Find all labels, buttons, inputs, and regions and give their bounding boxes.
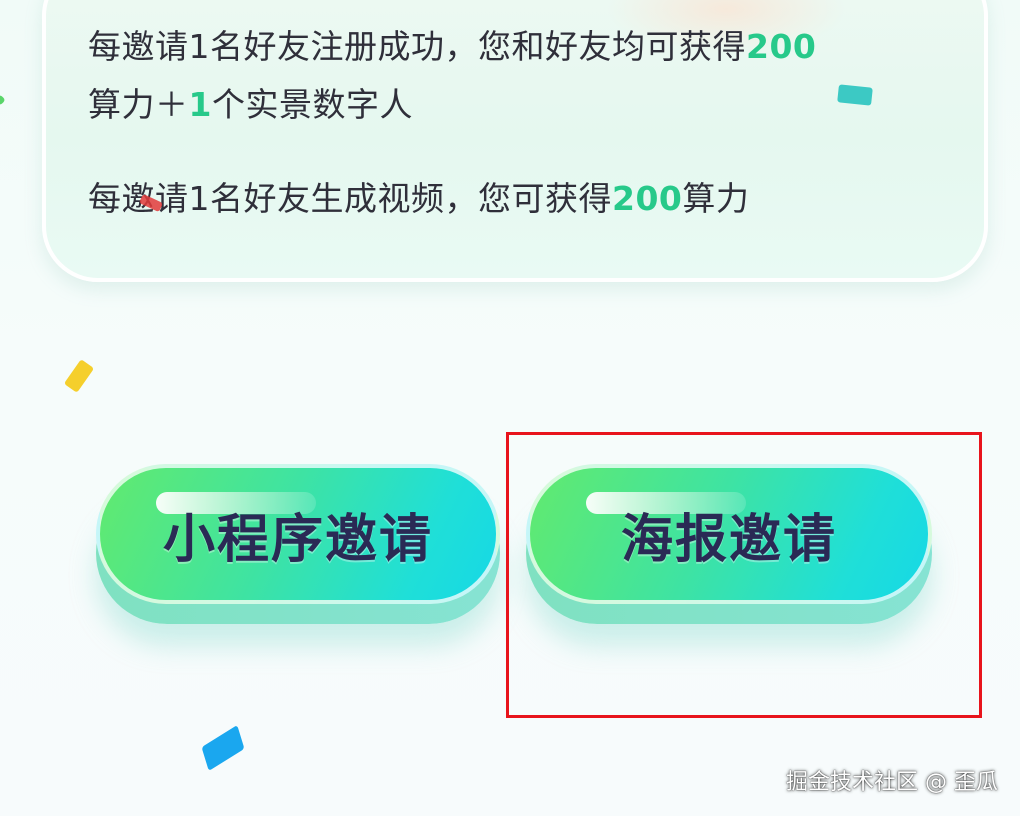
button-face: 小程序邀请 <box>96 464 500 604</box>
annotation-highlight-box <box>506 432 982 718</box>
rule-text: 算力＋ <box>88 85 189 124</box>
confetti-piece <box>201 724 245 772</box>
rule-line-2: 算力＋1个实景数字人 <box>88 78 413 126</box>
confetti-piece <box>837 84 873 106</box>
rule-text: 个实景数字人 <box>211 85 413 124</box>
rule-text: 每邀请1名好友注册成功，您和好友均可获得 <box>88 27 746 66</box>
mini-program-invite-label: 小程序邀请 <box>162 509 433 570</box>
confetti-piece <box>63 359 95 393</box>
reward-highlight: 1 <box>188 85 212 124</box>
reward-highlight: 200 <box>746 27 817 66</box>
rule-text: 每邀请1名好友生成视频，您可获得 <box>88 179 612 218</box>
rule-text: 算力 <box>682 179 750 218</box>
rule-line-1: 每邀请1名好友注册成功，您和好友均可获得200 <box>88 20 816 68</box>
mini-program-invite-button[interactable]: 小程序邀请 <box>96 464 500 624</box>
rule-line-3: 每邀请1名好友生成视频，您可获得200算力 <box>88 172 749 220</box>
watermark: 掘金技术社区 @ 歪瓜 <box>786 770 998 795</box>
confetti-piece <box>0 94 6 106</box>
reward-highlight: 200 <box>612 179 683 218</box>
